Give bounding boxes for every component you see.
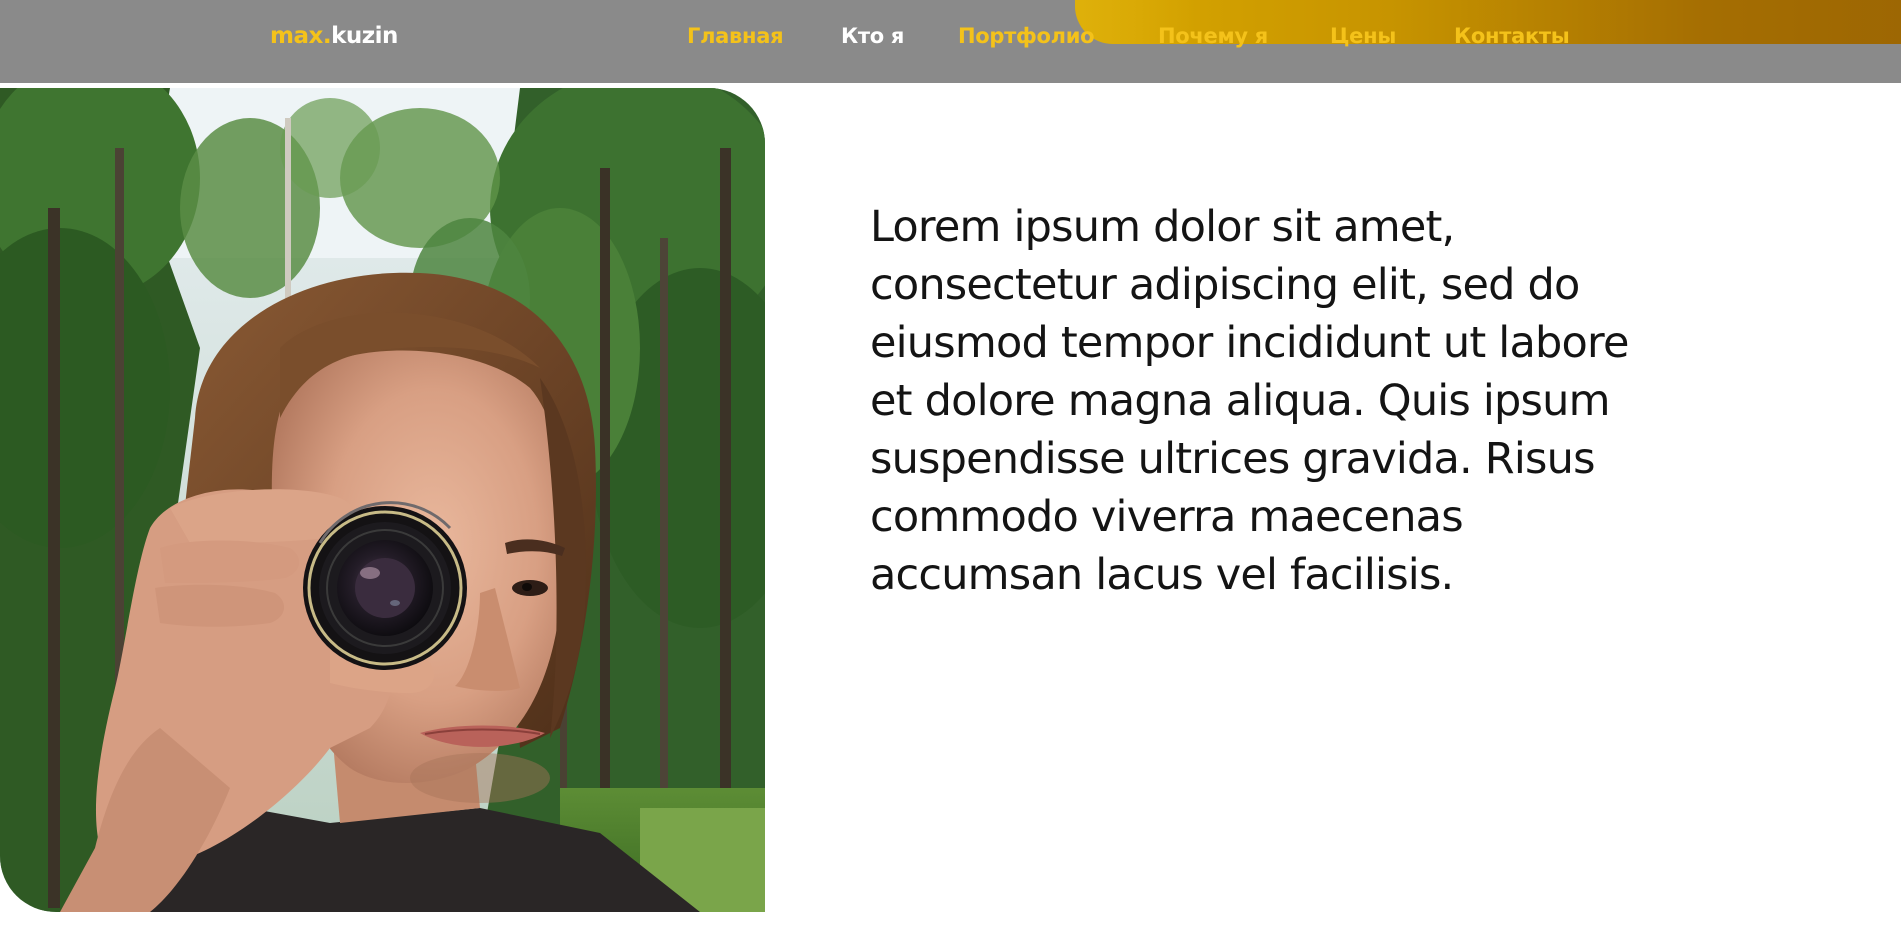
logo-prefix: max. xyxy=(270,23,332,49)
nav-item-about[interactable]: Кто я xyxy=(841,21,904,51)
nav-item-why-me[interactable]: Почему я xyxy=(1158,21,1268,51)
nav-item-portfolio[interactable]: Портфолио xyxy=(958,21,1095,51)
nav-item-contacts[interactable]: Контакты xyxy=(1454,21,1570,51)
nav-item-prices[interactable]: Цены xyxy=(1330,21,1396,51)
nav-item-home[interactable]: Главная xyxy=(687,21,784,51)
portrait-photo-illustration xyxy=(0,88,765,912)
site-logo[interactable]: max.kuzin xyxy=(270,21,398,51)
logo-name: kuzin xyxy=(331,23,398,49)
portrait-photo xyxy=(0,88,765,912)
page: max.kuzin Главная Кто я Портфолио Почему… xyxy=(0,0,1901,942)
about-text: Lorem ipsum dolor sit amet, consectetur … xyxy=(870,202,1629,600)
site-header: max.kuzin Главная Кто я Портфолио Почему… xyxy=(0,0,1901,83)
